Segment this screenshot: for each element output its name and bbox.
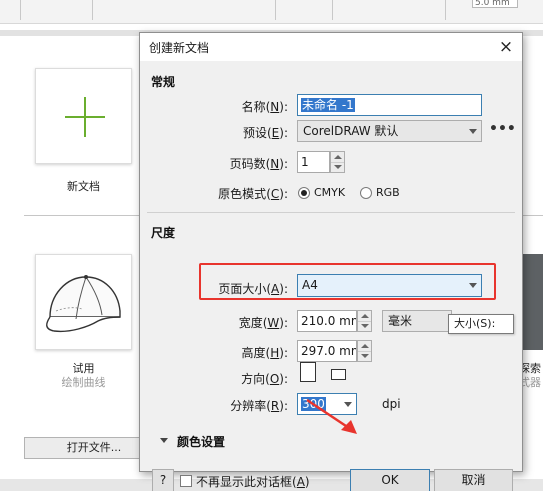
resolution-label: 分辨率(R):	[230, 399, 288, 413]
width-input[interactable]: 210.0 mm	[297, 310, 357, 332]
dimensions-section-title: 尺度	[151, 226, 176, 240]
dont-show-checkbox[interactable]	[180, 475, 192, 487]
section-divider	[147, 212, 515, 213]
landscape-orientation-icon[interactable]	[331, 369, 346, 380]
orientation-label: 方向(O):	[241, 372, 288, 386]
pages-spinner[interactable]	[330, 151, 345, 173]
rgb-label: RGB	[376, 186, 400, 199]
toolbar-separator	[332, 0, 333, 20]
expand-triangle-icon[interactable]	[160, 438, 168, 443]
chevron-down-icon	[469, 129, 477, 134]
page-size-value: A4	[302, 278, 318, 292]
name-value: 未命名 -1	[301, 98, 355, 112]
color-settings-toggle[interactable]: 颜色设置	[177, 433, 225, 450]
width-spinner[interactable]	[357, 310, 372, 332]
unit-combo[interactable]: 毫米	[382, 310, 452, 332]
spin-up-icon	[361, 344, 369, 348]
cmyk-label: CMYK	[314, 186, 346, 199]
spin-down-icon	[361, 354, 369, 358]
height-label: 高度(H):	[241, 346, 288, 360]
baseball-cap-icon	[46, 275, 121, 333]
resolution-unit: dpi	[382, 397, 401, 411]
spin-down-icon	[361, 324, 369, 328]
dialog-titlebar: 创建新文档 ×	[140, 33, 522, 61]
new-document-label: 新文档	[67, 180, 100, 193]
red-arrow-annotation	[306, 398, 357, 434]
spin-up-icon	[361, 314, 369, 318]
cmyk-radio[interactable]	[298, 187, 310, 199]
plus-icon	[65, 97, 105, 137]
more-options-icon[interactable]: •••	[489, 121, 516, 137]
portrait-orientation-icon[interactable]	[300, 362, 316, 382]
page-size-combo[interactable]: A4	[297, 274, 482, 297]
name-label: 名称(N):	[241, 100, 288, 114]
top-toolbar: 5.0 mm	[0, 0, 543, 24]
color-mode-label: 原色模式(C):	[218, 187, 288, 201]
width-label: 宽度(W):	[238, 316, 288, 330]
general-section-title: 常规	[151, 75, 176, 89]
toolbar-separator	[20, 0, 21, 20]
spin-down-icon	[334, 165, 342, 169]
trial-card[interactable]	[35, 254, 132, 350]
page-size-label: 页面大小(A):	[218, 282, 288, 296]
preset-label: 预设(E):	[242, 126, 288, 140]
toolbar-separator	[92, 0, 93, 20]
chevron-down-icon	[469, 283, 477, 288]
trial-subtitle: 绘制曲线	[61, 376, 106, 389]
preset-value: CorelDRAW 默认	[303, 124, 399, 138]
help-button[interactable]: ?	[152, 469, 174, 491]
preset-combo[interactable]: CorelDRAW 默认	[297, 120, 482, 142]
toolbar-separator	[445, 0, 446, 20]
toolbar-nudge-field[interactable]: 5.0 mm	[472, 0, 518, 8]
unit-value: 毫米	[388, 314, 413, 328]
size-tooltip: 大小(S):	[448, 314, 514, 334]
pages-label: 页码数(N):	[229, 157, 288, 171]
ok-button[interactable]: OK	[350, 469, 430, 491]
toolbar-separator	[275, 0, 276, 20]
spin-up-icon	[334, 155, 342, 159]
dont-show-label: 不再显示此对话框(A)	[196, 475, 310, 489]
close-icon[interactable]: ×	[492, 35, 520, 59]
pages-input[interactable]: 1	[297, 151, 330, 173]
cancel-button[interactable]: 取消	[434, 469, 513, 491]
name-input[interactable]: 未命名 -1	[297, 94, 482, 116]
dialog-title: 创建新文档	[149, 41, 210, 55]
new-document-card[interactable]	[35, 68, 132, 164]
height-input[interactable]: 297.0 mm	[297, 340, 357, 362]
height-spinner[interactable]	[357, 340, 372, 362]
rgb-radio[interactable]	[360, 187, 372, 199]
